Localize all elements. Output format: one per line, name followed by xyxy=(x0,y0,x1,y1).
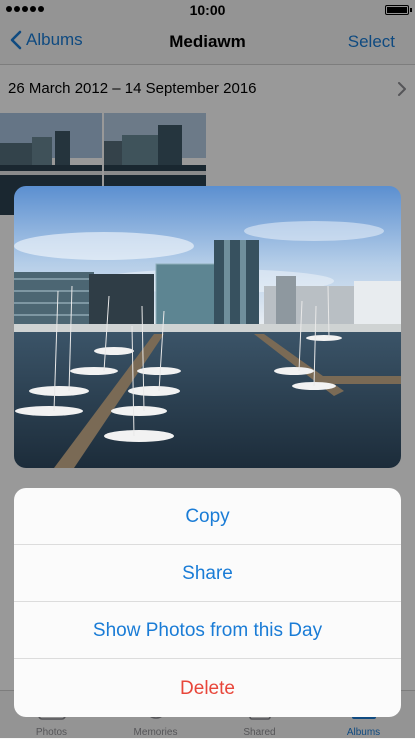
copy-button[interactable]: Copy xyxy=(14,488,401,545)
delete-button[interactable]: Delete xyxy=(14,660,401,717)
show-photos-from-this-day-button[interactable]: Show Photos from this Day xyxy=(14,602,401,659)
photo-preview[interactable] xyxy=(14,186,401,468)
action-sheet: Copy Share Show Photos from this Day Del… xyxy=(14,488,401,717)
share-button[interactable]: Share xyxy=(14,545,401,602)
